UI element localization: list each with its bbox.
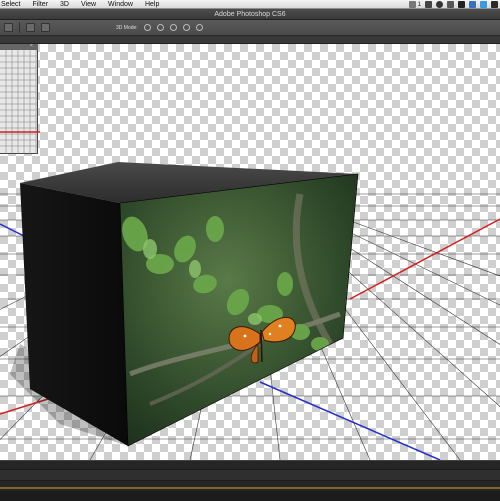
scale-3d-icon[interactable] [195, 24, 203, 31]
document-tab-strip[interactable] [0, 36, 500, 44]
app-title-bar: Adobe Photoshop CS6 [0, 9, 500, 20]
menu-select[interactable]: Select [0, 0, 26, 9]
option-button-2[interactable] [41, 23, 50, 32]
status-icon-4[interactable] [447, 1, 454, 8]
menubar-status-area: 1 [408, 0, 498, 9]
bottom-panel-strip[interactable] [0, 469, 500, 481]
options-bar: 3D Mode: [0, 20, 500, 36]
close-icon[interactable]: × [30, 44, 35, 49]
roll-3d-icon[interactable] [156, 24, 164, 31]
options-divider [19, 22, 20, 33]
app-title: Adobe Photoshop CS6 [214, 11, 286, 18]
drag-3d-icon[interactable] [169, 24, 177, 31]
menu-view[interactable]: View [75, 0, 102, 9]
mac-menubar: Select Filter 3D View Window Help 1 [0, 0, 500, 9]
status-icon-8[interactable] [491, 1, 498, 8]
mini-panel-grid [0, 50, 38, 154]
3d-scene[interactable] [0, 44, 500, 460]
menu-filter[interactable]: Filter [26, 0, 54, 9]
rotate-3d-icon[interactable] [143, 24, 151, 31]
document-canvas[interactable] [0, 44, 500, 460]
3d-mode-label: 3D Mode: [116, 24, 138, 31]
status-count: 1 [417, 1, 421, 8]
status-icon-6[interactable] [469, 1, 476, 8]
status-icon-3[interactable] [436, 1, 443, 8]
status-icon-5[interactable] [458, 1, 465, 8]
bird-icon[interactable] [480, 1, 487, 8]
option-button-1[interactable] [26, 23, 35, 32]
status-app-icon[interactable] [408, 1, 416, 8]
menu-3d[interactable]: 3D [54, 0, 75, 9]
menu-help[interactable]: Help [139, 0, 165, 9]
tool-preset-button[interactable] [4, 23, 13, 32]
menu-window[interactable]: Window [102, 0, 139, 9]
bottom-accent-line [0, 487, 500, 489]
bottom-panel-area [0, 460, 500, 501]
slide-3d-icon[interactable] [182, 24, 190, 31]
3d-mini-panel[interactable]: × [0, 44, 38, 154]
status-icon-2[interactable] [425, 1, 432, 8]
